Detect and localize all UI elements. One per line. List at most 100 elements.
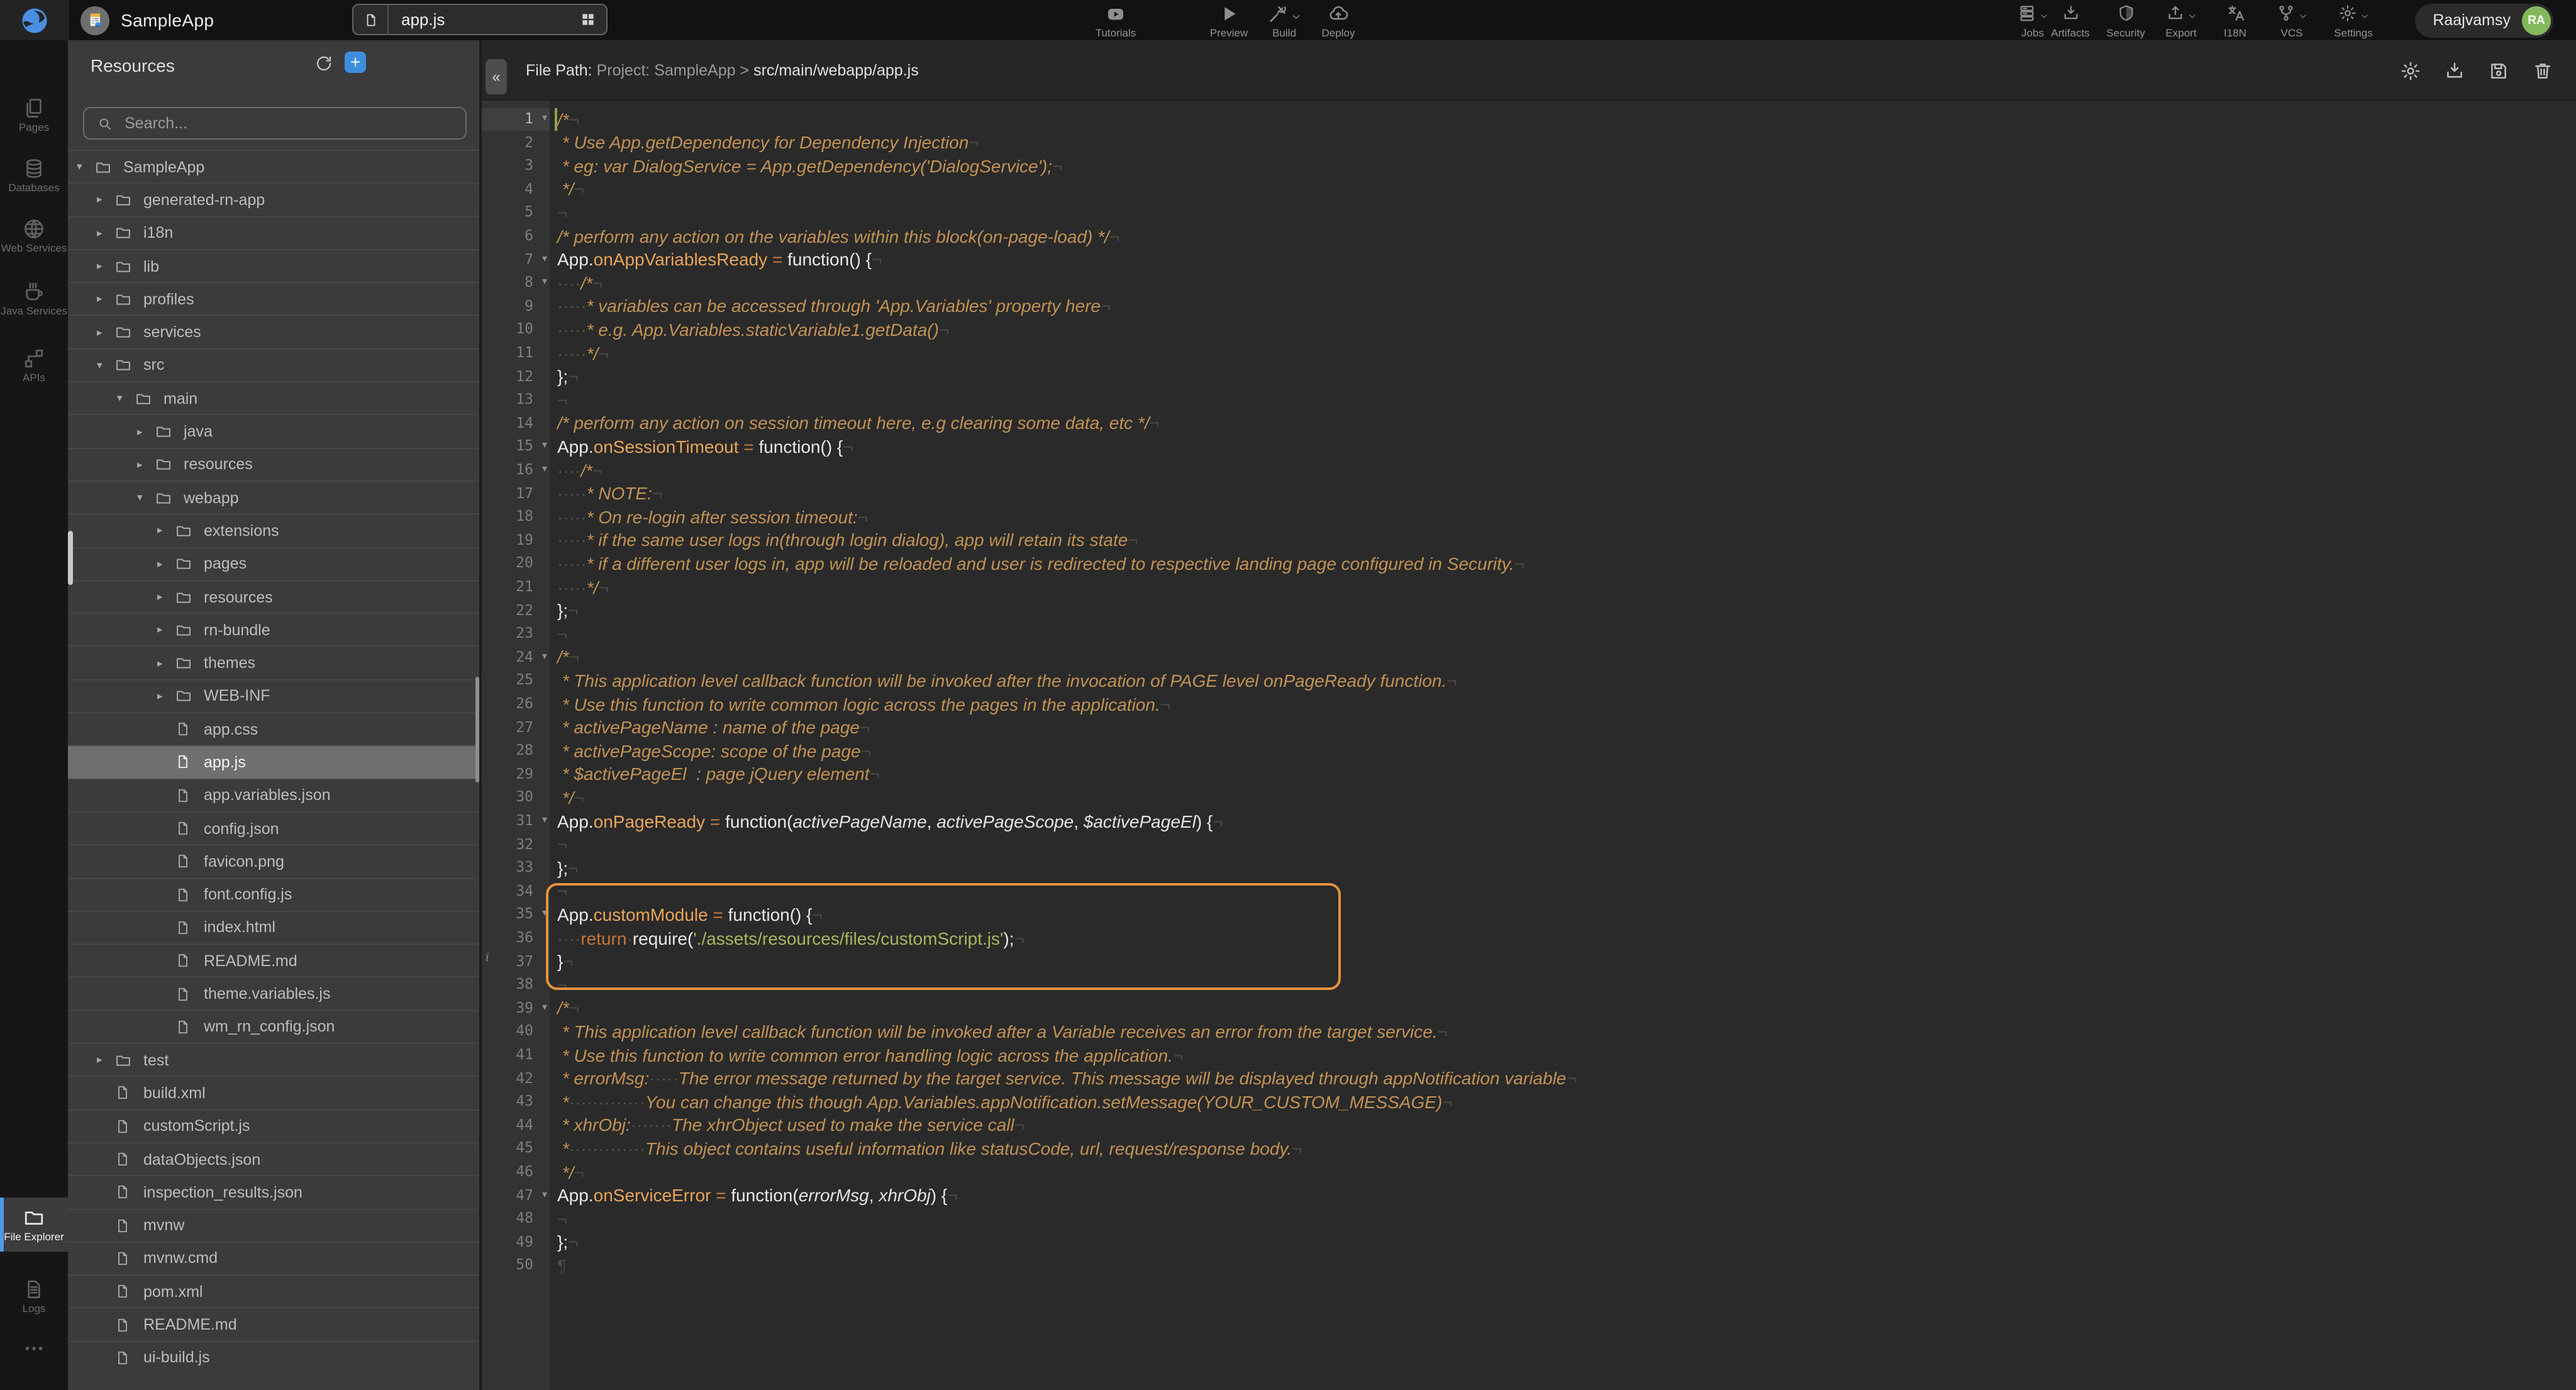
- tree-item-customscript-js[interactable]: customScript.js: [68, 1109, 479, 1142]
- fold-arrow-icon[interactable]: ▾: [542, 252, 547, 264]
- line-number-7[interactable]: 7▾: [482, 248, 550, 271]
- sidebar-item-more[interactable]: [0, 1336, 68, 1360]
- line-number-36[interactable]: 36: [482, 926, 550, 950]
- line-number-9[interactable]: 9: [482, 295, 550, 318]
- tree-item-web-inf[interactable]: ▸WEB-INF: [68, 679, 479, 713]
- tree-item-inspection-results-json[interactable]: inspection_results.json: [68, 1175, 479, 1208]
- settings-button[interactable]: Settings: [2313, 3, 2394, 39]
- tree-item-app-js[interactable]: app.js: [68, 745, 479, 779]
- collapse-arrow-icon[interactable]: ▾: [117, 391, 135, 405]
- collapse-arrow-icon[interactable]: ▾: [137, 491, 155, 504]
- tree-item-mvnw-cmd[interactable]: mvnw.cmd: [68, 1242, 479, 1275]
- fold-arrow-icon[interactable]: ▾: [542, 908, 547, 919]
- tree-item-build-xml[interactable]: build.xml: [68, 1076, 479, 1109]
- tree-item-main[interactable]: ▾main: [68, 381, 479, 414]
- tree-item-readme-md[interactable]: README.md: [68, 943, 479, 977]
- tree-item-mvnw[interactable]: mvnw: [68, 1208, 479, 1242]
- tree-item-pom-xml[interactable]: pom.xml: [68, 1274, 479, 1308]
- tree-item-font-config-js[interactable]: font.config.js: [68, 877, 479, 911]
- tree-item-dataobjects-json[interactable]: dataObjects.json: [68, 1142, 479, 1176]
- tree-item-resources[interactable]: ▸resources: [68, 447, 479, 481]
- expand-arrow-icon[interactable]: ▸: [97, 226, 114, 240]
- expand-arrow-icon[interactable]: ▸: [97, 325, 114, 339]
- line-number-11[interactable]: 11: [482, 342, 550, 365]
- line-number-37[interactable]: 37i: [482, 950, 550, 973]
- sidebar-item-web-services[interactable]: Web Services: [0, 216, 68, 255]
- line-number-27[interactable]: 27: [482, 716, 550, 739]
- line-number-44[interactable]: 44: [482, 1114, 550, 1137]
- tree-item-app-css[interactable]: app.css: [68, 712, 479, 745]
- line-number-43[interactable]: 43: [482, 1090, 550, 1113]
- tree-item-java[interactable]: ▸java: [68, 414, 479, 448]
- refresh-icon[interactable]: [314, 54, 333, 73]
- line-number-14[interactable]: 14: [482, 412, 550, 435]
- line-number-5[interactable]: 5: [482, 201, 550, 225]
- line-number-22[interactable]: 22: [482, 599, 550, 622]
- line-number-18[interactable]: 18: [482, 505, 550, 528]
- line-number-29[interactable]: 29: [482, 763, 550, 786]
- line-number-2[interactable]: 2: [482, 131, 550, 154]
- line-number-46[interactable]: 46: [482, 1160, 550, 1184]
- line-number-42[interactable]: 42: [482, 1067, 550, 1090]
- expand-arrow-icon[interactable]: ▸: [157, 524, 175, 538]
- line-number-45[interactable]: 45: [482, 1137, 550, 1160]
- line-number-41[interactable]: 41: [482, 1043, 550, 1067]
- line-number-30[interactable]: 30: [482, 786, 550, 809]
- tree-item-services[interactable]: ▸services: [68, 315, 479, 348]
- line-number-24[interactable]: 24▾: [482, 646, 550, 669]
- tree-item-readme-md[interactable]: README.md: [68, 1308, 479, 1341]
- delete-icon[interactable]: [2532, 60, 2553, 81]
- line-number-48[interactable]: 48: [482, 1207, 550, 1230]
- sidebar-item-pages[interactable]: Pages: [0, 96, 68, 135]
- tree-item-lib[interactable]: ▸lib: [68, 249, 479, 282]
- tree-scrollbar-left[interactable]: [68, 531, 73, 585]
- expand-arrow-icon[interactable]: ▸: [157, 656, 175, 670]
- line-number-17[interactable]: 17: [482, 482, 550, 505]
- fold-arrow-icon[interactable]: ▾: [542, 1001, 547, 1013]
- collapse-panel-icon[interactable]: «: [486, 59, 507, 94]
- tree-item-ui-build-js[interactable]: ui-build.js: [68, 1340, 479, 1374]
- settings-icon[interactable]: [2400, 60, 2421, 81]
- line-number-16[interactable]: 16▾: [482, 459, 550, 482]
- tree-item-config-json[interactable]: config.json: [68, 811, 479, 845]
- grid-icon[interactable]: [580, 11, 596, 28]
- line-number-13[interactable]: 13: [482, 388, 550, 411]
- sidebar-item-databases[interactable]: Databases: [0, 156, 68, 195]
- line-number-10[interactable]: 10: [482, 318, 550, 342]
- code-area[interactable]: 1▾234567▾8▾9101112131415▾16▾171819202122…: [482, 101, 2576, 1390]
- fold-arrow-icon[interactable]: ▾: [542, 112, 547, 123]
- tree-item-resources[interactable]: ▸resources: [68, 580, 479, 613]
- line-number-33[interactable]: 33: [482, 856, 550, 879]
- expand-arrow-icon[interactable]: ▸: [157, 590, 175, 604]
- tree-item-theme-variables-js[interactable]: theme.variables.js: [68, 977, 479, 1010]
- expand-arrow-icon[interactable]: ▸: [97, 292, 114, 306]
- user-menu[interactable]: Raajvamsy RA: [2415, 3, 2553, 37]
- line-number-1[interactable]: 1▾: [482, 108, 550, 131]
- tree-item-sampleapp[interactable]: ▾SampleApp: [68, 150, 479, 183]
- sidebar-item-file-explorer[interactable]: File Explorer: [0, 1198, 68, 1252]
- tree-item-test[interactable]: ▸test: [68, 1043, 479, 1076]
- tree-item-wm-rn-config-json[interactable]: wm_rn_config.json: [68, 1009, 479, 1043]
- add-resource-button[interactable]: +: [345, 51, 366, 72]
- tree-scrollbar-right[interactable]: [475, 677, 479, 782]
- expand-arrow-icon[interactable]: ▸: [97, 193, 114, 207]
- open-file-tab[interactable]: app.js: [352, 4, 608, 35]
- tree-item-rn-bundle[interactable]: ▸rn-bundle: [68, 613, 479, 646]
- line-number-21[interactable]: 21: [482, 575, 550, 599]
- expand-arrow-icon[interactable]: ▸: [97, 259, 114, 273]
- tree-item-i18n[interactable]: ▸i18n: [68, 216, 479, 249]
- sidebar-item-logs[interactable]: Logs: [0, 1277, 68, 1316]
- line-number-31[interactable]: 31▾: [482, 809, 550, 833]
- tree-item-app-variables-json[interactable]: app.variables.json: [68, 778, 479, 811]
- expand-arrow-icon[interactable]: ▸: [157, 623, 175, 637]
- tree-item-index-html[interactable]: index.html: [68, 911, 479, 944]
- line-number-26[interactable]: 26: [482, 692, 550, 716]
- line-number-50[interactable]: 50: [482, 1254, 550, 1277]
- line-number-38[interactable]: 38: [482, 973, 550, 996]
- sidebar-item-java-services[interactable]: Java Services: [0, 279, 68, 318]
- fold-arrow-icon[interactable]: ▾: [542, 275, 547, 287]
- expand-arrow-icon[interactable]: ▸: [157, 557, 175, 570]
- download-icon[interactable]: [2444, 60, 2465, 81]
- expand-arrow-icon[interactable]: ▸: [137, 425, 155, 438]
- line-number-23[interactable]: 23: [482, 622, 550, 645]
